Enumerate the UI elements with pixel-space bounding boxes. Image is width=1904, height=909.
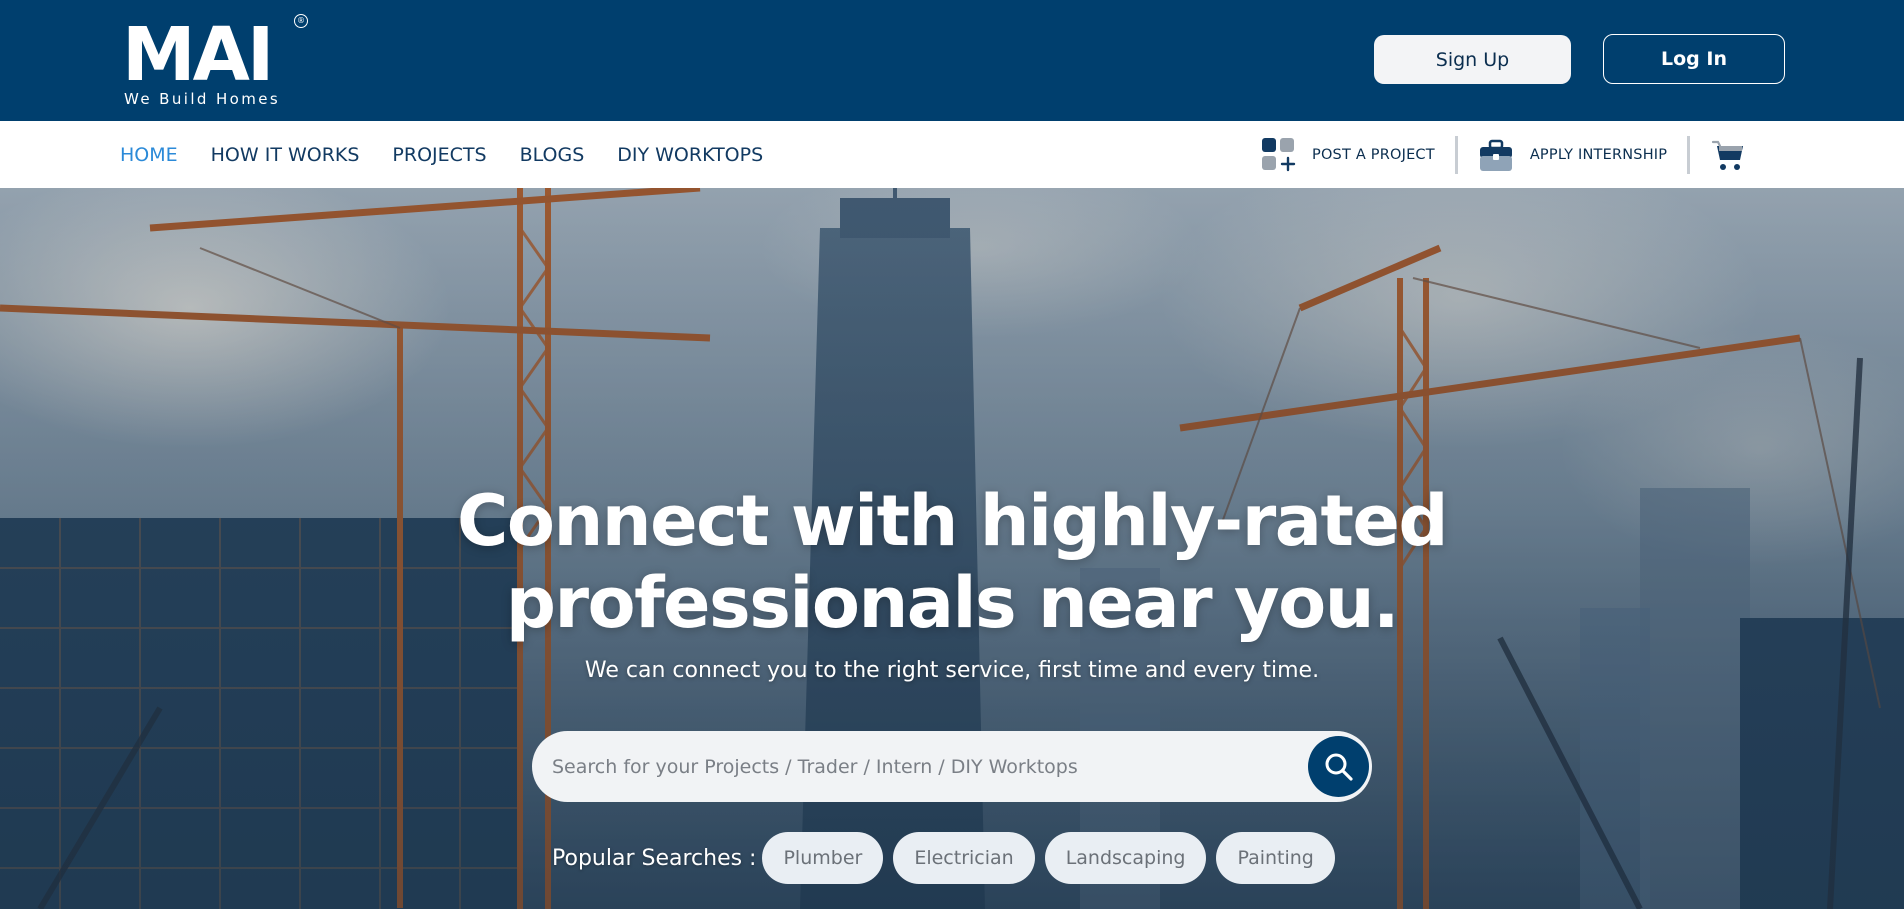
hero-title: Connect with highly-rated professionals …	[252, 480, 1652, 644]
search-button[interactable]	[1308, 736, 1369, 797]
hero-subtitle: We can connect you to the right service,…	[584, 658, 1320, 683]
registered-mark: ®	[294, 14, 308, 28]
brand-logo[interactable]: MAI ® We Build Homes	[122, 14, 312, 110]
logo-wordmark: MAI	[122, 12, 274, 98]
search-icon	[1325, 753, 1353, 781]
popular-chip-plumber[interactable]: Plumber	[762, 832, 884, 884]
login-button[interactable]: Log In	[1603, 34, 1785, 84]
hero-title-line-2: professionals near you.	[505, 562, 1400, 644]
search-bar	[532, 731, 1372, 802]
hero-title-line-1: Connect with highly-rated	[456, 480, 1449, 562]
nav-link-blogs[interactable]: BLOGS	[520, 144, 585, 166]
popular-chip-electrician[interactable]: Electrician	[893, 832, 1035, 884]
nav-link-home[interactable]: HOME	[120, 144, 178, 166]
nav-link-diy-worktops[interactable]: DIY WORKTOPS	[617, 144, 763, 166]
apply-internship-action[interactable]: APPLY INTERNSHIP	[1478, 137, 1667, 173]
popular-searches-label: Popular Searches :	[552, 845, 757, 871]
popular-searches: Popular Searches : Plumber Electrician L…	[552, 832, 1345, 884]
cart-icon[interactable]	[1711, 138, 1745, 172]
apply-internship-label: APPLY INTERNSHIP	[1529, 146, 1668, 163]
search-input[interactable]	[552, 731, 1252, 802]
hero-section: Connect with highly-rated professionals …	[0, 188, 1904, 909]
nav-divider	[1454, 135, 1458, 174]
top-header: MAI ® We Build Homes Sign Up Log In	[0, 0, 1904, 121]
main-nav: HOME HOW IT WORKS PROJECTS BLOGS DIY WOR…	[0, 121, 1904, 188]
nav-link-projects[interactable]: PROJECTS	[392, 144, 486, 166]
post-project-label: POST A PROJECT	[1312, 146, 1435, 163]
popular-chip-painting[interactable]: Painting	[1216, 832, 1335, 884]
nav-divider	[1687, 135, 1691, 174]
post-project-action[interactable]: POST A PROJECT	[1262, 137, 1435, 172]
nav-actions: POST A PROJECT APPLY INTERNSHIP	[1262, 121, 1745, 188]
signup-button[interactable]: Sign Up	[1374, 35, 1571, 84]
nav-links: HOME HOW IT WORKS PROJECTS BLOGS DIY WOR…	[120, 121, 796, 188]
popular-chip-landscaping[interactable]: Landscaping	[1044, 832, 1207, 884]
briefcase-icon	[1479, 139, 1512, 171]
logo-tagline: We Build Homes	[124, 90, 281, 108]
nav-link-how-it-works[interactable]: HOW IT WORKS	[211, 144, 360, 166]
grid-plus-icon	[1262, 137, 1296, 172]
